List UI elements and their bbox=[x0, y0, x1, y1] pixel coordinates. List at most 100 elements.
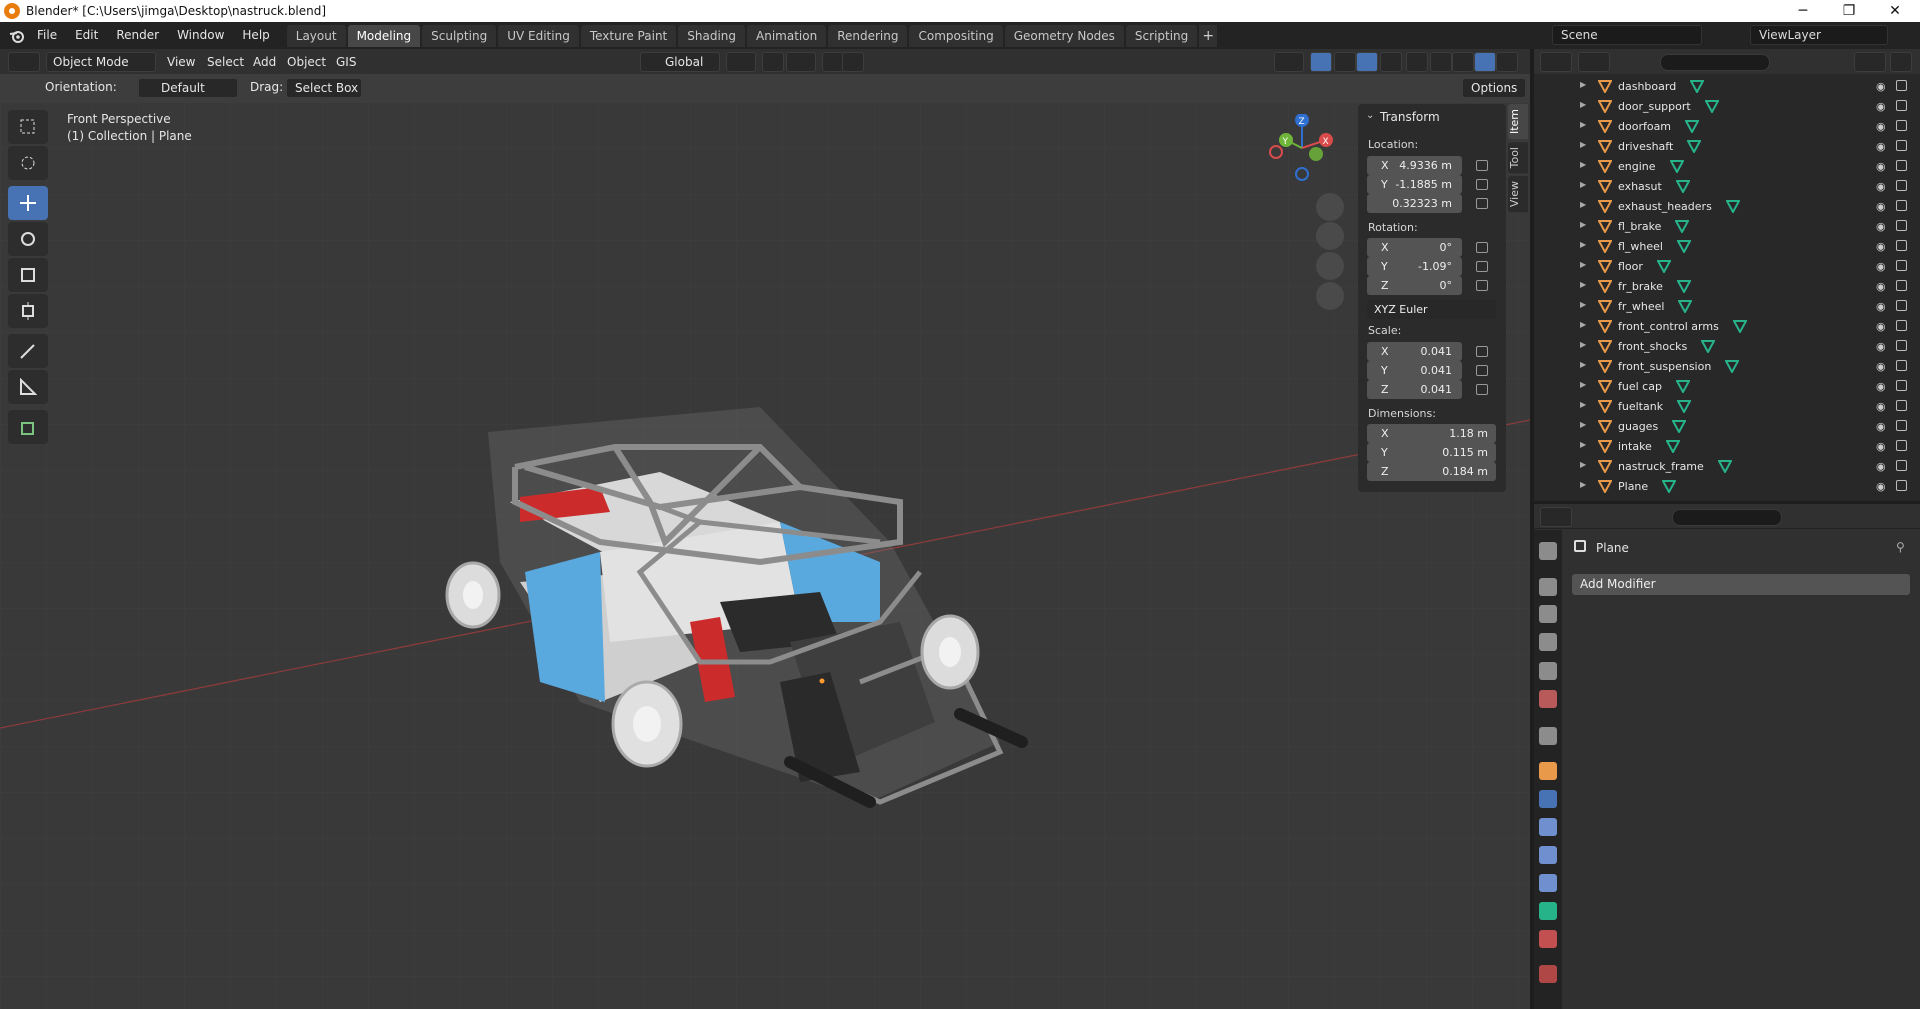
expand-arrow-icon[interactable]: ▶ bbox=[1580, 480, 1586, 489]
render-camera-icon[interactable] bbox=[1896, 100, 1907, 111]
snap-toggle-icon[interactable] bbox=[762, 52, 784, 72]
render-camera-icon[interactable] bbox=[1896, 440, 1907, 451]
expand-arrow-icon[interactable]: ▶ bbox=[1580, 440, 1586, 449]
modifier-icon[interactable] bbox=[1671, 419, 1687, 436]
menu-file[interactable]: File bbox=[28, 22, 66, 49]
visibility-eye-icon[interactable]: ◉ bbox=[1876, 180, 1886, 193]
render-camera-icon[interactable] bbox=[1896, 380, 1907, 391]
pin-icon[interactable]: ⚲ bbox=[1896, 540, 1905, 554]
expand-arrow-icon[interactable]: ▶ bbox=[1580, 200, 1586, 209]
editor-type-icon[interactable] bbox=[8, 52, 40, 72]
visibility-eye-icon[interactable]: ◉ bbox=[1876, 160, 1886, 173]
render-camera-icon[interactable] bbox=[1896, 460, 1907, 471]
render-camera-icon[interactable] bbox=[1896, 200, 1907, 211]
modifier-icon[interactable] bbox=[1656, 259, 1672, 276]
pivot-point-icon[interactable] bbox=[726, 52, 756, 72]
outliner-item[interactable]: ▶ fr_wheel ◉ bbox=[1534, 296, 1920, 316]
pan-hand-icon[interactable] bbox=[1316, 222, 1344, 250]
outliner-item[interactable]: ▶ Plane ◉ bbox=[1534, 476, 1920, 496]
3d-viewport[interactable]: Front Perspective (1) Collection | Plane… bbox=[0, 102, 1530, 1009]
outliner-item[interactable]: ▶ floor ◉ bbox=[1534, 256, 1920, 276]
solid-shading-icon[interactable] bbox=[1452, 52, 1474, 72]
visibility-eye-icon[interactable]: ◉ bbox=[1876, 400, 1886, 413]
visibility-eye-icon[interactable]: ◉ bbox=[1876, 140, 1886, 153]
visibility-eye-icon[interactable]: ◉ bbox=[1876, 380, 1886, 393]
display-mode-icon[interactable] bbox=[1578, 52, 1610, 72]
modifier-icon[interactable] bbox=[1684, 119, 1700, 136]
tab-tool[interactable]: Tool bbox=[1508, 142, 1528, 174]
modifier-icon[interactable] bbox=[1689, 79, 1705, 96]
select-box-tool[interactable] bbox=[8, 110, 48, 144]
menu-render[interactable]: Render bbox=[107, 22, 168, 49]
texture-properties-icon[interactable] bbox=[1539, 965, 1557, 983]
render-camera-icon[interactable] bbox=[1896, 160, 1907, 171]
visibility-eye-icon[interactable]: ◉ bbox=[1876, 440, 1886, 453]
modifier-icon[interactable] bbox=[1700, 339, 1716, 356]
modifier-icon[interactable] bbox=[1661, 479, 1677, 496]
outliner-item[interactable]: ▶ exhasut ◉ bbox=[1534, 176, 1920, 196]
transform-tool[interactable] bbox=[8, 294, 48, 328]
outliner-item[interactable]: ▶ front_shocks ◉ bbox=[1534, 336, 1920, 356]
outliner-item[interactable]: ▶ doorfoam ◉ bbox=[1534, 116, 1920, 136]
physics-properties-icon[interactable] bbox=[1539, 846, 1557, 864]
overlay-toggle-icon[interactable] bbox=[1356, 52, 1378, 72]
rendered-shading-icon[interactable] bbox=[1496, 52, 1518, 72]
outliner-item[interactable]: ▶ fueltank ◉ bbox=[1534, 396, 1920, 416]
material-properties-icon[interactable] bbox=[1539, 930, 1557, 948]
annotate-tool[interactable] bbox=[8, 334, 48, 368]
menu-help[interactable]: Help bbox=[233, 22, 278, 49]
menu-edit[interactable]: Edit bbox=[66, 22, 107, 49]
expand-arrow-icon[interactable]: ▶ bbox=[1580, 320, 1586, 329]
render-camera-icon[interactable] bbox=[1896, 360, 1907, 371]
expand-arrow-icon[interactable]: ▶ bbox=[1580, 280, 1586, 289]
modifier-icon[interactable] bbox=[1676, 279, 1692, 296]
lock-icon[interactable] bbox=[1476, 384, 1488, 395]
modifier-icon[interactable] bbox=[1732, 319, 1748, 336]
menu-add[interactable]: Add bbox=[253, 52, 276, 72]
world-properties-icon[interactable] bbox=[1539, 690, 1557, 708]
modifier-icon[interactable] bbox=[1724, 359, 1740, 376]
expand-arrow-icon[interactable]: ▶ bbox=[1580, 120, 1586, 129]
properties-editor-type-icon[interactable] bbox=[1540, 507, 1572, 527]
scale-y-field[interactable]: Y 0.041 bbox=[1367, 361, 1462, 380]
cursor-tool[interactable] bbox=[8, 146, 48, 180]
render-camera-icon[interactable] bbox=[1896, 140, 1907, 151]
menu-gis[interactable]: GIS bbox=[336, 52, 356, 72]
expand-arrow-icon[interactable]: ▶ bbox=[1580, 420, 1586, 429]
lock-icon[interactable] bbox=[1476, 160, 1488, 171]
move-tool[interactable] bbox=[8, 186, 48, 220]
visibility-eye-icon[interactable]: ◉ bbox=[1876, 460, 1886, 473]
outliner-item[interactable]: ▶ fl_wheel ◉ bbox=[1534, 236, 1920, 256]
render-camera-icon[interactable] bbox=[1896, 420, 1907, 431]
render-camera-icon[interactable] bbox=[1896, 120, 1907, 131]
data-properties-icon[interactable] bbox=[1539, 902, 1557, 920]
render-camera-icon[interactable] bbox=[1896, 320, 1907, 331]
expand-arrow-icon[interactable]: ▶ bbox=[1580, 220, 1586, 229]
lock-icon[interactable] bbox=[1476, 198, 1488, 209]
chevron-down-icon[interactable]: ⌄ bbox=[1366, 110, 1374, 121]
gizmo-toggle-icon[interactable] bbox=[1310, 52, 1332, 72]
render-properties-icon[interactable] bbox=[1539, 578, 1557, 596]
options-dropdown[interactable]: Options bbox=[1462, 78, 1526, 98]
expand-arrow-icon[interactable]: ▶ bbox=[1580, 360, 1586, 369]
gizmo-neg-x[interactable] bbox=[1269, 145, 1283, 159]
outliner-item[interactable]: ▶ guages ◉ bbox=[1534, 416, 1920, 436]
tab-item[interactable]: Item bbox=[1508, 104, 1528, 140]
lock-icon[interactable] bbox=[1476, 261, 1488, 272]
collection-properties-icon[interactable] bbox=[1539, 727, 1557, 745]
location-y-field[interactable]: Y -1.1885 m bbox=[1367, 175, 1462, 194]
scale-x-field[interactable]: X 0.041 bbox=[1367, 342, 1462, 361]
expand-arrow-icon[interactable]: ▶ bbox=[1580, 260, 1586, 269]
mode-selector[interactable]: Object Mode bbox=[46, 52, 156, 72]
modifier-properties-icon[interactable] bbox=[1539, 790, 1557, 808]
outliner-item[interactable]: ▶ exhaust_headers ◉ bbox=[1534, 196, 1920, 216]
visibility-eye-icon[interactable]: ◉ bbox=[1876, 200, 1886, 213]
modifier-icon[interactable] bbox=[1676, 399, 1692, 416]
render-camera-icon[interactable] bbox=[1896, 260, 1907, 271]
lock-icon[interactable] bbox=[1476, 365, 1488, 376]
render-camera-icon[interactable] bbox=[1896, 80, 1907, 91]
modifier-icon[interactable] bbox=[1675, 379, 1691, 396]
visibility-filter-icon[interactable] bbox=[1274, 52, 1304, 72]
visibility-eye-icon[interactable]: ◉ bbox=[1876, 260, 1886, 273]
outliner-editor-type-icon[interactable] bbox=[1540, 52, 1572, 72]
